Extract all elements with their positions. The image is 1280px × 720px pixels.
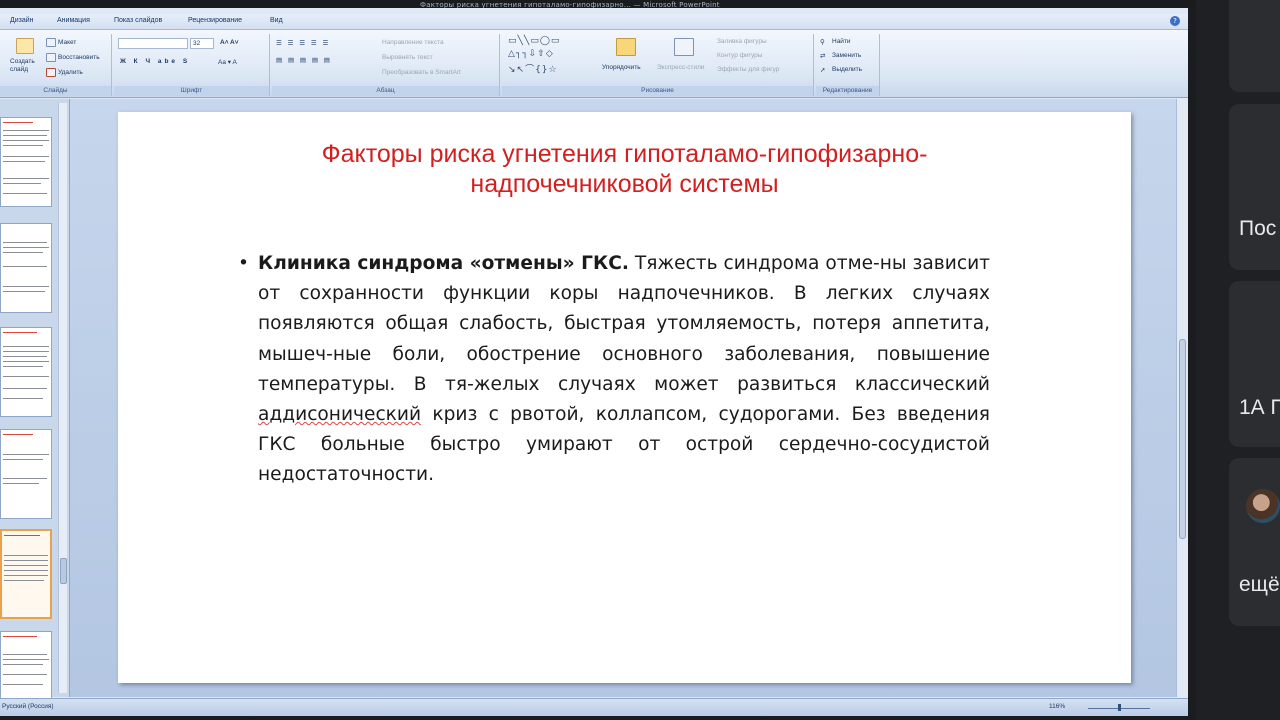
slide-body-text[interactable]: • Клиника синдрома «отмены» ГКС. Тяжесть … [238, 249, 990, 491]
slide-thumbnail[interactable] [0, 631, 52, 701]
arrange-icon [616, 38, 636, 56]
bullet-icon: • [238, 253, 249, 274]
side-card-1[interactable] [1229, 0, 1280, 92]
quick-styles-button[interactable]: Экспресс-стили [657, 64, 705, 71]
select-button[interactable]: Выделить [832, 66, 862, 73]
group-drawing: ▭╲╲▭◯▭ △┐┐⇩⇧◇ ↘↖⌒{}☆ Упорядочить Экспрес… [502, 34, 814, 96]
zoom-level[interactable]: 116% [1049, 703, 1065, 710]
group-paragraph: ☰ ☰ ☰ ☰ ☰ ▤ ▤ ▤ ▤ ▤ Направление текста В… [272, 34, 500, 96]
delete-icon [46, 68, 56, 77]
slide[interactable]: Факторы риска угнетения гипоталамо-гипоф… [118, 112, 1131, 683]
arrange-button[interactable]: Упорядочить [602, 64, 641, 71]
ribbon-tabs: Дизайн Анимация Показ слайдов Рецензиров… [0, 14, 1188, 30]
reset-button[interactable]: Восстановить [58, 54, 100, 61]
call-side-panel: Пос 1А П ещё [1196, 0, 1280, 720]
slide-scroll-thumb[interactable] [1179, 339, 1186, 539]
slide-thumbnails-pane [0, 99, 70, 701]
new-slide-icon [16, 38, 34, 54]
text-direction-button[interactable]: Направление текста [382, 39, 444, 46]
slide-thumbnail-current[interactable] [0, 529, 52, 619]
side-card-4[interactable]: ещё [1229, 458, 1280, 626]
ribbon: Создать слайд Макет Восстановить Удалить… [0, 30, 1188, 98]
slide-thumbnail[interactable] [0, 429, 52, 519]
screen: Факторы риска угнетения гипоталамо-гипоф… [0, 0, 1280, 720]
thumbnails-scrollbar[interactable] [58, 103, 67, 693]
shape-fill-button[interactable]: Заливка фигуры [717, 38, 767, 45]
slide-title-line1: Факторы риска угнетения гипоталамо-гипоф… [321, 140, 928, 168]
shape-outline-button[interactable]: Контур фигуры [717, 52, 762, 59]
tab-view[interactable]: Вид [270, 17, 283, 24]
body-bold-lead: Клиника синдрома «отмены» ГКС. [258, 253, 629, 274]
side-card-3-text: 1А П [1239, 396, 1280, 419]
font-name-combobox[interactable] [118, 38, 188, 49]
layout-button[interactable]: Макет [58, 39, 76, 46]
shapes-gallery-row3[interactable]: ↘↖⌒{}☆ [508, 62, 558, 75]
side-card-2-text: Пос [1239, 217, 1277, 240]
group-label-editing: Редактирование [816, 86, 879, 96]
font-color-icon[interactable]: Aa ▾ A [218, 58, 237, 66]
replace-icon: ⇄ [820, 53, 826, 60]
create-slide-button[interactable]: Создать слайд [10, 58, 44, 74]
avatar [1246, 489, 1280, 523]
convert-smartart-button[interactable]: Преобразовать в SmartArt [382, 69, 461, 76]
side-card-2[interactable]: Пос [1229, 104, 1280, 270]
slide-title-line2: надпочечниковой системы [470, 170, 779, 198]
slide-thumbnail[interactable] [0, 223, 52, 313]
slide-vertical-scrollbar[interactable] [1176, 99, 1188, 697]
tab-slideshow[interactable]: Показ слайдов [114, 17, 162, 24]
thumbnails-scroll-thumb[interactable] [60, 558, 67, 584]
shapes-gallery[interactable]: ▭╲╲▭◯▭ [508, 36, 560, 46]
tab-review[interactable]: Рецензирование [188, 17, 242, 24]
slide-title[interactable]: Факторы риска угнетения гипоталамо-гипоф… [118, 139, 1131, 199]
group-editing: ⚲ Найти ⇄ Заменить ➚ Выделить Редактиров… [816, 34, 880, 96]
shape-effects-button[interactable]: Эффекты для фигур [717, 66, 779, 73]
zoom-slider-knob[interactable] [1118, 704, 1121, 711]
group-label-font: Шрифт [114, 86, 269, 96]
side-card-4-text: ещё [1239, 573, 1280, 596]
group-label-slides: Слайды [0, 86, 111, 96]
tab-animation[interactable]: Анимация [57, 17, 90, 24]
slide-thumbnail[interactable] [0, 117, 52, 207]
reset-icon [46, 53, 56, 62]
font-size-value: 32 [193, 40, 201, 47]
group-label-drawing: Рисование [502, 86, 813, 96]
group-label-paragraph: Абзац [272, 86, 499, 96]
shapes-gallery-row2[interactable]: △┐┐⇩⇧◇ [508, 49, 554, 59]
align-text-button[interactable]: Выровнять текст [382, 54, 433, 61]
find-icon: ⚲ [820, 39, 825, 46]
body-text-part1: Тяжесть синдрома отме-ны зависит от сохр… [258, 253, 990, 395]
tab-design[interactable]: Дизайн [10, 17, 34, 24]
replace-button[interactable]: Заменить [832, 52, 861, 59]
font-size-combobox[interactable]: 32 [190, 38, 214, 49]
help-icon[interactable]: ? [1170, 16, 1180, 26]
group-font: 32 A˄ A˅ Ж К Ч abe S Aa ▾ A Шрифт [114, 34, 270, 96]
list-buttons[interactable]: ☰ ☰ ☰ ☰ ☰ [276, 39, 330, 47]
align-buttons[interactable]: ▤ ▤ ▤ ▤ ▤ [276, 56, 332, 64]
slide-canvas: Факторы риска угнетения гипоталамо-гипоф… [70, 99, 1176, 697]
delete-button[interactable]: Удалить [58, 69, 83, 76]
format-buttons[interactable]: Ж К Ч abe S [120, 58, 190, 65]
layout-icon [46, 38, 56, 47]
status-bar: Русский (Россия) 116% [0, 698, 1188, 716]
powerpoint-window: Дизайн Анимация Показ слайдов Рецензиров… [0, 8, 1188, 716]
select-icon: ➚ [820, 67, 826, 74]
slide-thumbnail[interactable] [0, 327, 52, 417]
group-slides: Создать слайд Макет Восстановить Удалить… [0, 34, 112, 96]
spellcheck-word: аддисонический [258, 404, 422, 426]
quick-styles-icon [674, 38, 694, 56]
find-button[interactable]: Найти [832, 38, 851, 45]
language-indicator[interactable]: Русский (Россия) [2, 703, 54, 710]
grow-font-icon[interactable]: A˄ A˅ [220, 39, 239, 46]
side-card-3[interactable]: 1А П [1229, 281, 1280, 447]
